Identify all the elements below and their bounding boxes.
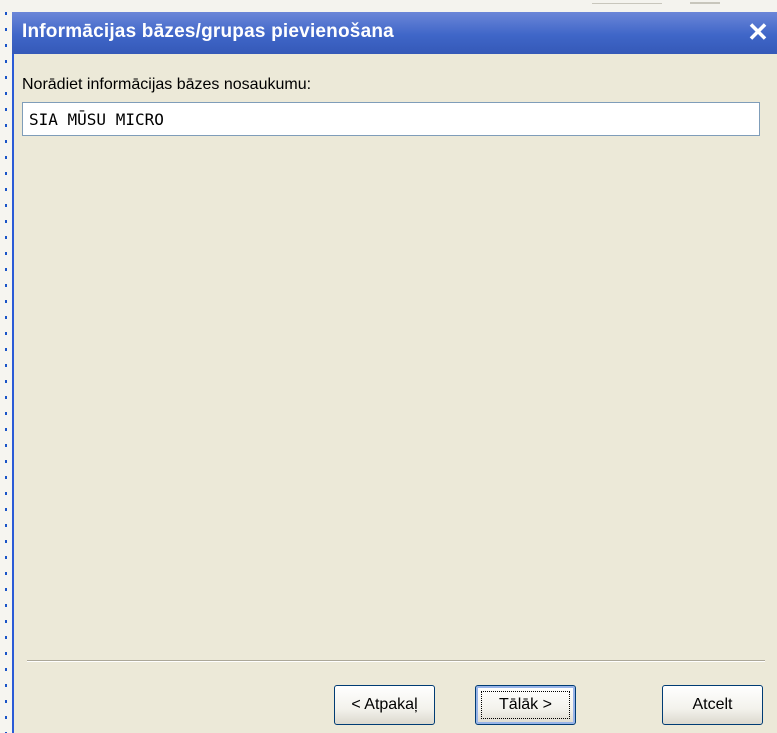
- dialog-title: Informācijas bāzes/grupas pievienošana: [22, 21, 394, 42]
- next-button[interactable]: Tālāk >: [475, 685, 576, 725]
- add-infobase-dialog: Informācijas bāzes/grupas pievienošana ✕…: [12, 12, 777, 733]
- background-window-strip: [0, 0, 777, 12]
- background-decoration: [690, 2, 720, 4]
- infobase-name-input[interactable]: [22, 102, 760, 136]
- close-icon[interactable]: ✕: [743, 17, 773, 47]
- button-separator: [27, 660, 765, 662]
- dotted-border: [5, 12, 7, 733]
- name-prompt-label: Norādiet informācijas bāzes nosaukumu:: [22, 76, 312, 93]
- back-button[interactable]: < Atpakaļ: [334, 685, 435, 725]
- background-decoration: [592, 3, 662, 4]
- screen: Informācijas bāzes/grupas pievienošana ✕…: [0, 0, 777, 733]
- focus-rectangle: [481, 691, 570, 719]
- cancel-button[interactable]: Atcelt: [662, 685, 763, 725]
- background-window-edge: [0, 12, 12, 733]
- title-bar[interactable]: Informācijas bāzes/grupas pievienošana ✕: [12, 12, 777, 54]
